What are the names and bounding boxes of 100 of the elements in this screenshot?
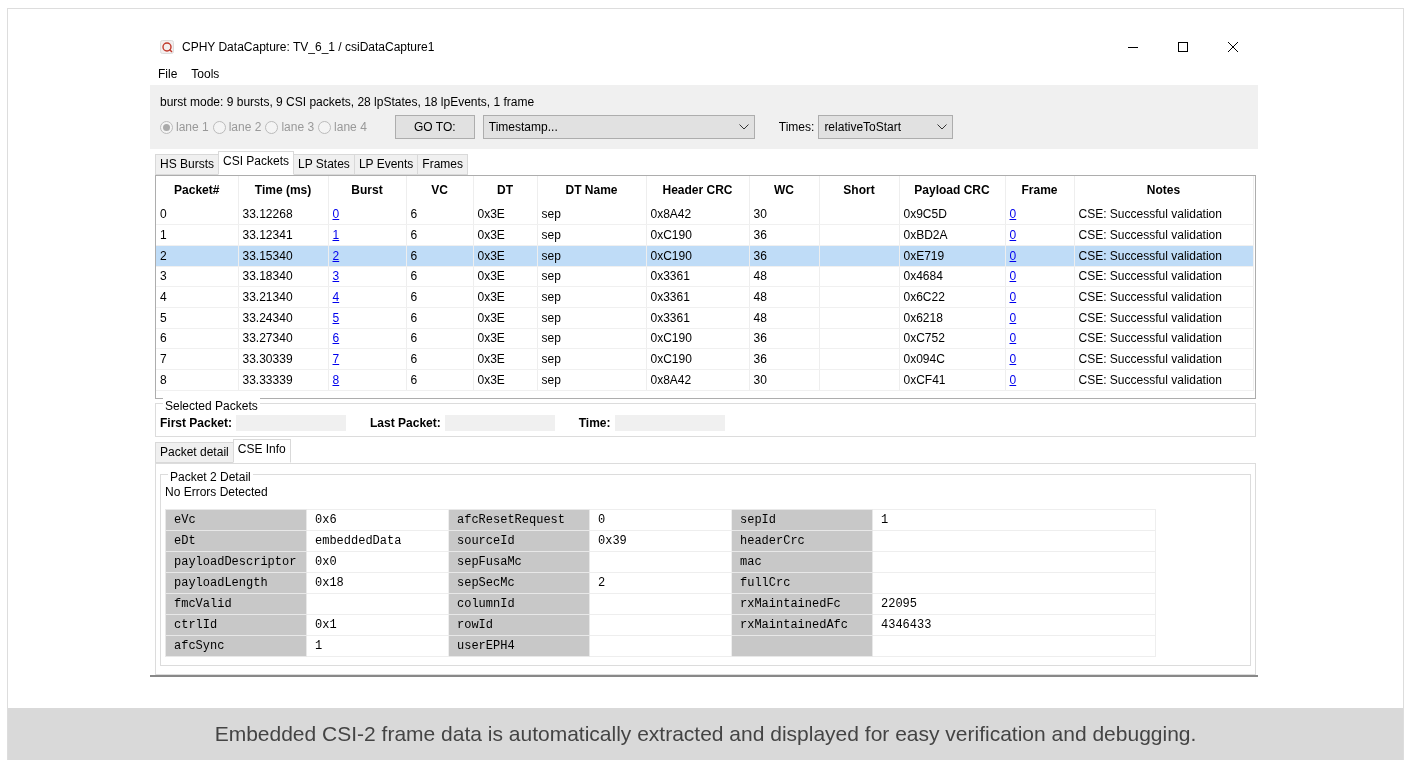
table-row[interactable]: 8 33.33339 8 6 0x3E sep 0x8A42 30 0xCF41 0 CSE: Successful validation xyxy=(156,369,1253,391)
column-header[interactable]: Short xyxy=(819,176,899,204)
table-cell: 5 xyxy=(156,307,238,329)
table-link[interactable]: 3 xyxy=(332,269,340,284)
table-row[interactable]: 2 33.15340 2 6 0x3E sep 0xC190 36 0xE719 0 CSE: Successful validation xyxy=(156,245,1253,267)
tab[interactable]: Packet detail xyxy=(155,442,234,463)
table-cell: sep xyxy=(537,266,646,287)
table-link[interactable]: 0 xyxy=(1009,310,1017,325)
table-cell: 6 xyxy=(406,307,473,329)
menu-item[interactable]: File xyxy=(158,65,178,83)
table-link[interactable]: 2 xyxy=(332,248,340,263)
table-row[interactable]: 3 33.18340 3 6 0x3E sep 0x3361 48 0x4684 0 CSE: Successful validation xyxy=(156,266,1253,287)
table-link[interactable]: 0 xyxy=(1009,352,1017,367)
column-header[interactable]: DT xyxy=(473,176,537,204)
timestamp-dropdown[interactable]: Timestamp... xyxy=(482,115,755,139)
table-cell: 0 xyxy=(156,204,238,225)
field-label: Last Packet: xyxy=(370,415,441,432)
table-cell: 0x6218 xyxy=(899,307,1005,329)
table-link[interactable]: 0 xyxy=(1009,290,1017,305)
tab[interactable]: Frames xyxy=(417,154,469,175)
caption: Embedded CSI-2 frame data is automatically extracted and displayed for easy verification and debugging. xyxy=(214,721,1197,748)
table-cell: 48 xyxy=(749,307,819,329)
status-text: No Errors Detected xyxy=(165,484,269,501)
tab[interactable]: HS Bursts xyxy=(155,154,219,175)
chevron-icon xyxy=(937,124,948,130)
field-value-cell: embeddedData xyxy=(306,530,449,552)
times-dropdown[interactable]: relativeToStart xyxy=(818,115,954,139)
table-cell: 6 xyxy=(406,348,473,370)
field-name-cell: fmcValid xyxy=(165,593,307,615)
table-row[interactable]: 5 33.24340 5 6 0x3E sep 0x3361 48 0x6218 0 CSE: Successful validation xyxy=(156,307,1253,329)
table-link[interactable]: 0 xyxy=(1009,228,1017,243)
field-value-cell: 4346433 xyxy=(872,614,1156,636)
column-header[interactable]: WC xyxy=(749,176,819,204)
table-cell: 0x3361 xyxy=(646,286,749,308)
table-link[interactable]: 5 xyxy=(332,310,340,325)
column-header[interactable]: Payload CRC xyxy=(899,176,1005,204)
menu-item[interactable]: Tools xyxy=(191,65,220,83)
table-link[interactable]: 0 xyxy=(1009,207,1017,222)
table-cell: CSE: Successful validation xyxy=(1074,224,1253,246)
table-cell: 33.12341 xyxy=(238,224,328,246)
table-link[interactable]: 0 xyxy=(1009,372,1017,387)
table-cell: 36 xyxy=(749,328,819,349)
table-cell: 0x3E xyxy=(473,286,537,308)
table-cell: 0xC190 xyxy=(646,224,749,246)
table-cell: CSE: Successful validation xyxy=(1074,204,1253,225)
column-header[interactable]: Header CRC xyxy=(646,176,749,204)
table-cell: 33.21340 xyxy=(238,286,328,308)
column-header[interactable]: Frame xyxy=(1005,176,1074,204)
table-link[interactable]: 0 xyxy=(1009,248,1017,263)
table-cell: CSE: Successful validation xyxy=(1074,307,1253,329)
maximize-icon xyxy=(1178,42,1188,52)
field-value-cell: 2 xyxy=(589,572,732,594)
go-to-button[interactable]: GO TO: xyxy=(394,115,475,139)
tab[interactable]: CSI Packets xyxy=(218,151,295,175)
table-cell: 48 xyxy=(749,266,819,287)
table-row[interactable]: 0 33.12268 0 6 0x3E sep 0x8A42 30 0x9C5D 0 CSE: Successful validation xyxy=(156,204,1253,225)
table-cell: 48 xyxy=(749,286,819,308)
table-row[interactable]: 4 33.21340 4 6 0x3E sep 0x3361 48 0x6C22 0 CSE: Successful validation xyxy=(156,286,1253,308)
column-header[interactable]: Packet# xyxy=(156,176,238,204)
table-cell: 8 xyxy=(156,369,238,391)
times-label: Times: xyxy=(778,119,815,136)
table-cell: sep xyxy=(537,286,646,308)
field-value-cell: 0x6 xyxy=(306,509,449,531)
tab[interactable]: LP Events xyxy=(353,154,419,175)
field-name-cell: payloadDescriptor xyxy=(165,551,307,573)
field-name-cell: payloadLength xyxy=(165,572,307,594)
table-link[interactable]: 7 xyxy=(332,352,340,367)
table-link[interactable]: 8 xyxy=(332,372,340,387)
table-cell: CSE: Successful validation xyxy=(1074,348,1253,370)
table-cell: 2 xyxy=(156,245,238,267)
table-link[interactable]: 0 xyxy=(1009,331,1017,346)
table-cell: 6 xyxy=(406,369,473,391)
table-cell: CSE: Successful validation xyxy=(1074,369,1253,391)
table-cell: 6 xyxy=(406,266,473,287)
column-header[interactable]: Burst xyxy=(328,176,406,204)
table-cell: 0x3E xyxy=(473,328,537,349)
tab[interactable]: LP States xyxy=(293,154,355,175)
table-link[interactable]: 4 xyxy=(332,290,340,305)
field-label: First Packet: xyxy=(160,415,233,432)
table-link[interactable]: 6 xyxy=(332,331,340,346)
table-link[interactable]: 0 xyxy=(332,207,340,222)
table-cell: sep xyxy=(537,369,646,391)
table-cell: 6 xyxy=(406,224,473,246)
table-row[interactable]: 1 33.12341 1 6 0x3E sep 0xC190 36 0xBD2A 0 CSE: Successful validation xyxy=(156,224,1253,246)
table-cell: 36 xyxy=(749,224,819,246)
table-cell: 0x3E xyxy=(473,307,537,329)
column-header[interactable]: Time (ms) xyxy=(238,176,328,204)
table-cell: sep xyxy=(537,224,646,246)
table-row[interactable]: 7 33.30339 7 6 0x3E sep 0xC190 36 0x094C 0 CSE: Successful validation xyxy=(156,348,1253,370)
column-header[interactable]: VC xyxy=(406,176,473,204)
table-cell: 3 xyxy=(156,266,238,287)
table-row[interactable]: 6 33.27340 6 6 0x3E sep 0xC190 36 0xC752 0 CSE: Successful validation xyxy=(156,328,1253,349)
column-header[interactable]: Notes xyxy=(1074,176,1253,204)
tab[interactable]: CSE Info xyxy=(232,439,291,463)
table-cell: 4 xyxy=(156,286,238,308)
table-link[interactable]: 0 xyxy=(1009,269,1017,284)
table-link[interactable]: 1 xyxy=(332,228,340,243)
table-cell: 6 xyxy=(406,328,473,349)
column-header[interactable]: DT Name xyxy=(537,176,646,204)
field-value-cell: 0x39 xyxy=(589,530,732,552)
